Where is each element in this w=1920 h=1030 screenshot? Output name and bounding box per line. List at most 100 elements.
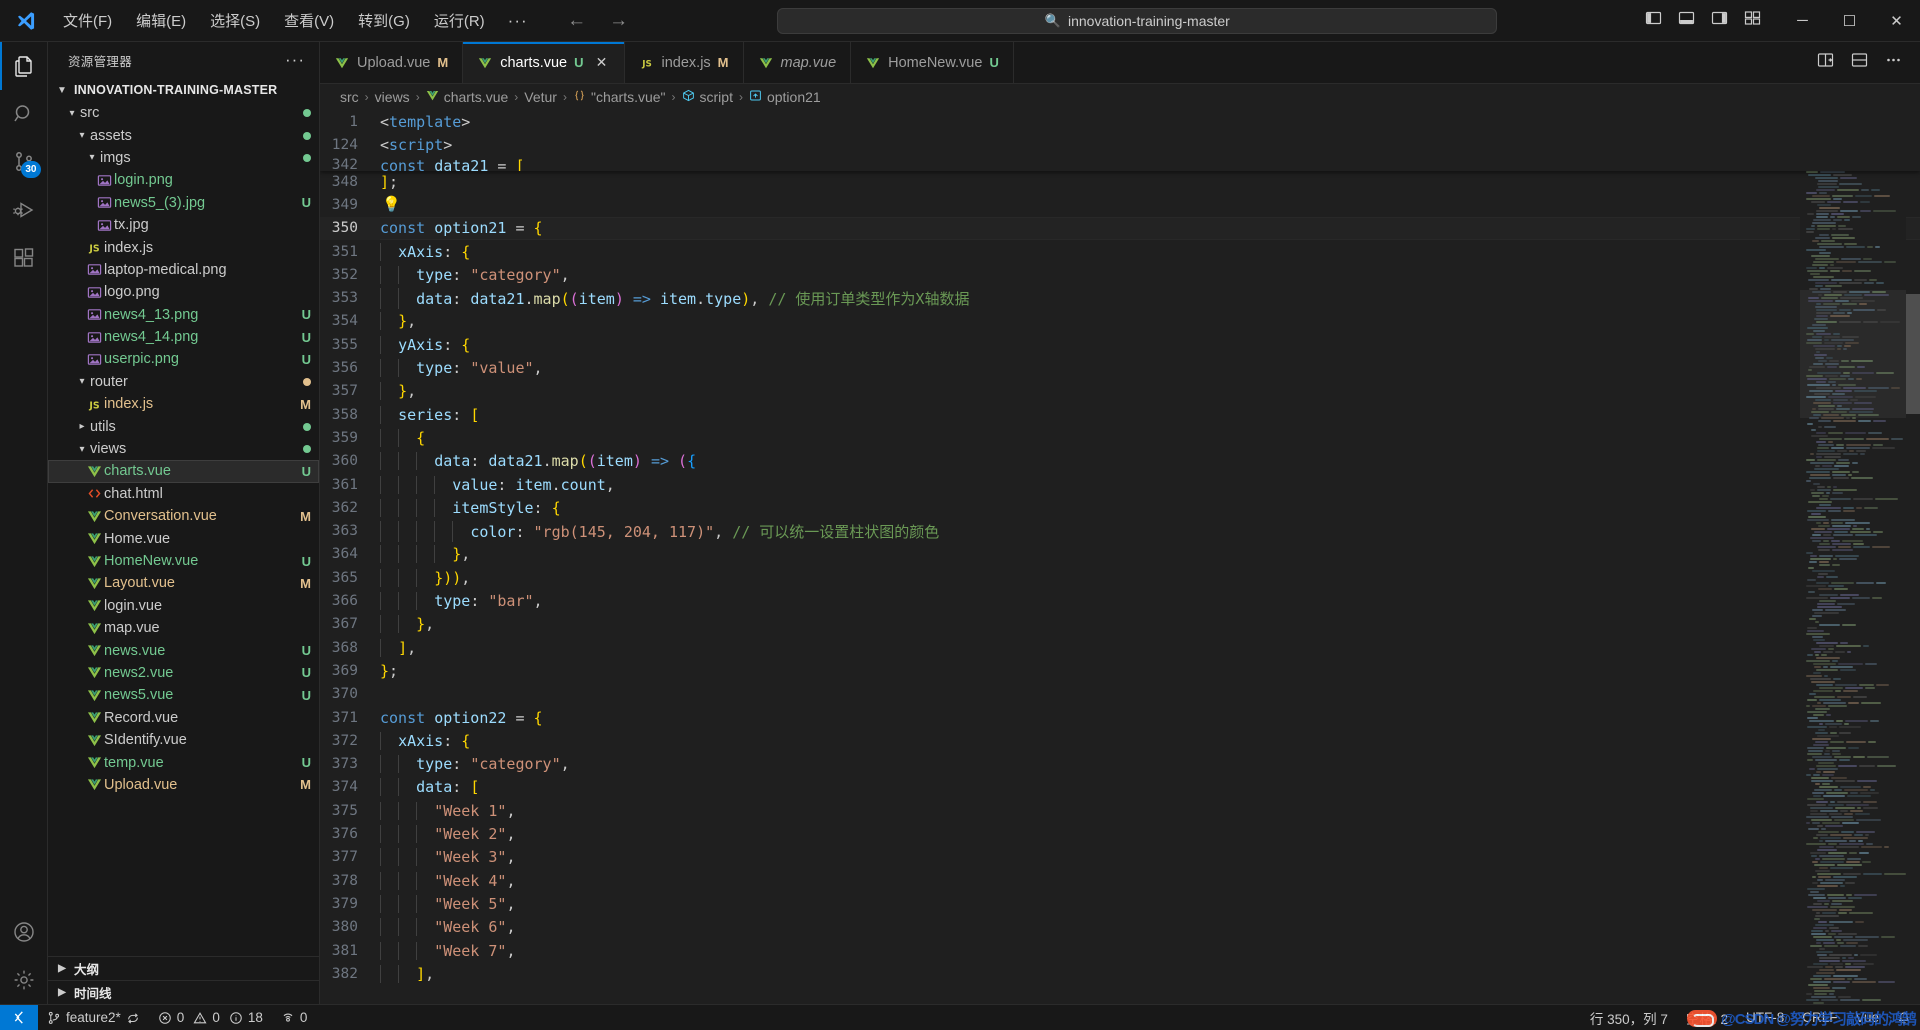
- menu-run[interactable]: 运行(R): [423, 6, 496, 35]
- tree-item-tx-jpg[interactable]: tx.jpg: [48, 214, 319, 236]
- activity-search[interactable]: [0, 90, 48, 138]
- code-line[interactable]: 364 },: [320, 543, 1920, 566]
- tree-item-layout-vue[interactable]: Layout.vue M: [48, 572, 319, 594]
- breadcrumb-item-chartsvue[interactable]: charts.vue: [426, 89, 508, 105]
- status-encoding[interactable]: UTF-8: [1737, 1005, 1793, 1030]
- tree-item-conversation-vue[interactable]: Conversation.vue M: [48, 505, 319, 527]
- code-line[interactable]: 360 data: data21.map((item) => ({: [320, 450, 1920, 473]
- editor-tab-index-js[interactable]: JS index.js M: [624, 42, 744, 83]
- code-line[interactable]: 367 },: [320, 613, 1920, 636]
- sticky-line[interactable]: 1 <template>: [320, 110, 1920, 133]
- status-notifications-bell[interactable]: [1888, 1005, 1920, 1030]
- code-line[interactable]: 377 "Week 3",: [320, 846, 1920, 869]
- tree-item-chat-html[interactable]: chat.html: [48, 483, 319, 505]
- code-line[interactable]: 368 ],: [320, 636, 1920, 659]
- code-line[interactable]: 357 },: [320, 380, 1920, 403]
- breadcrumb-item-chartsvue[interactable]: "charts.vue": [573, 89, 666, 105]
- sticky-scroll[interactable]: 1 <template> 124 <script> 342 const data21 = …: [320, 110, 1920, 171]
- more-actions-icon[interactable]: [1885, 52, 1902, 73]
- menu-go[interactable]: 转到(G): [347, 6, 421, 35]
- tree-item-login-png[interactable]: login.png: [48, 169, 319, 191]
- code-line[interactable]: 372 xAxis: {: [320, 729, 1920, 752]
- sticky-line[interactable]: 342 const data21 = [: [320, 157, 1920, 171]
- code-line[interactable]: 363 color: "rgb(145, 204, 117)", // 可以统一…: [320, 520, 1920, 543]
- outline-section[interactable]: ▶ 大纲: [48, 956, 319, 980]
- code-line[interactable]: 358 series: [: [320, 403, 1920, 426]
- status-branch[interactable]: feature2*: [38, 1005, 149, 1030]
- code-line[interactable]: 355 yAxis: {: [320, 333, 1920, 356]
- editor-vertical-scrollbar[interactable]: [1906, 110, 1920, 1004]
- breadcrumb-item-option21[interactable]: option21: [749, 89, 821, 105]
- tab-close-icon[interactable]: ✕: [594, 54, 610, 71]
- customize-layout-icon[interactable]: [1744, 10, 1761, 31]
- workspace-root-folder[interactable]: ▼ INNOVATION-TRAINING-MASTER: [48, 78, 319, 102]
- tree-item-src[interactable]: ▾ src: [48, 102, 319, 124]
- code-line[interactable]: 380 "Week 6",: [320, 916, 1920, 939]
- code-line[interactable]: 354 },: [320, 310, 1920, 333]
- tree-item-index-js[interactable]: JS index.js M: [48, 393, 319, 415]
- minimap[interactable]: [1800, 110, 1906, 1004]
- code-line[interactable]: 371 const option22 = {: [320, 706, 1920, 729]
- code-line[interactable]: 366 type: "bar",: [320, 589, 1920, 612]
- code-line[interactable]: 375 "Week 1",: [320, 799, 1920, 822]
- code-line[interactable]: 382 ],: [320, 962, 1920, 985]
- toggle-secondary-sidebar-icon[interactable]: [1711, 10, 1728, 31]
- tree-item-news5-3-jpg[interactable]: news5_(3).jpg U: [48, 192, 319, 214]
- code-line[interactable]: 373 type: "category",: [320, 753, 1920, 776]
- timeline-section[interactable]: ▶ 时间线: [48, 980, 319, 1004]
- breadcrumb-item-vetur[interactable]: Vetur: [524, 89, 557, 105]
- tree-item-news-vue[interactable]: news.vue U: [48, 639, 319, 661]
- activity-manage-settings[interactable]: [0, 956, 48, 1004]
- command-center-search[interactable]: 🔍 innovation-training-master: [777, 7, 1498, 34]
- code-line[interactable]: 374 data: [: [320, 776, 1920, 799]
- sticky-line[interactable]: 124 <script>: [320, 133, 1920, 156]
- code-line[interactable]: 348];: [320, 170, 1920, 193]
- activity-source-control[interactable]: 30: [0, 138, 48, 186]
- tree-item-charts-vue[interactable]: charts.vue U: [48, 460, 319, 484]
- tree-item-utils[interactable]: ▸ utils: [48, 415, 319, 437]
- code-line[interactable]: 349 💡: [320, 193, 1920, 216]
- status-ports[interactable]: 0: [272, 1005, 317, 1030]
- tree-item-news2-vue[interactable]: news2.vue U: [48, 662, 319, 684]
- editor-tab-map-vue[interactable]: map.vue: [743, 42, 852, 83]
- scrollbar-thumb[interactable]: [1906, 294, 1920, 414]
- tree-item-news5-vue[interactable]: news5.vue U: [48, 684, 319, 706]
- tree-item-userpic-png[interactable]: userpic.png U: [48, 348, 319, 370]
- tree-item-news4-13-png[interactable]: news4_13.png U: [48, 304, 319, 326]
- tree-item-news4-14-png[interactable]: news4_14.png U: [48, 326, 319, 348]
- editor-tabs[interactable]: Upload.vue Mcharts.vue U ✕ JS index.js Mmap.vu…: [320, 42, 1799, 83]
- menu-more-button[interactable]: ···: [498, 7, 538, 35]
- tree-item-imgs[interactable]: ▾ imgs: [48, 147, 319, 169]
- tree-item-laptop-medical-png[interactable]: laptop-medical.png: [48, 259, 319, 281]
- split-editor-down-icon[interactable]: [1851, 52, 1868, 73]
- menu-edit[interactable]: 编辑(E): [125, 6, 197, 35]
- tree-item-logo-png[interactable]: logo.png: [48, 281, 319, 303]
- editor-tab-charts-vue[interactable]: charts.vue U ✕: [463, 42, 625, 83]
- tree-item-login-vue[interactable]: login.vue: [48, 595, 319, 617]
- tree-item-sidentify-vue[interactable]: SIdentify.vue: [48, 729, 319, 751]
- editor-tab-upload-vue[interactable]: Upload.vue M: [320, 42, 464, 83]
- code-line[interactable]: 378 "Week 4",: [320, 869, 1920, 892]
- window-maximize-button[interactable]: ☐: [1826, 0, 1873, 42]
- code-line[interactable]: 350 const option21 = {: [320, 216, 1920, 240]
- status-problems[interactable]: 0 0 18: [149, 1005, 272, 1030]
- quick-fix-lightbulb-icon[interactable]: 💡: [382, 195, 401, 213]
- code-line[interactable]: 361 value: item.count,: [320, 473, 1920, 496]
- code-line[interactable]: 365 })),: [320, 566, 1920, 589]
- breadcrumb-item-views[interactable]: views: [375, 89, 410, 105]
- window-minimize-button[interactable]: ─: [1779, 0, 1826, 42]
- tree-item-assets[interactable]: ▾ assets: [48, 124, 319, 146]
- activity-run-and-debug[interactable]: [0, 186, 48, 234]
- tree-item-upload-vue[interactable]: Upload.vue M: [48, 774, 319, 796]
- tree-item-views[interactable]: ▾ views: [48, 438, 319, 460]
- go-back-icon[interactable]: ←: [566, 10, 588, 32]
- activity-explorer[interactable]: [0, 42, 48, 90]
- code-line[interactable]: 352 type: "category",: [320, 263, 1920, 286]
- breadcrumb[interactable]: src › views › charts.vue › Vetur › "charts.vue" ›…: [320, 84, 1920, 110]
- activity-extensions[interactable]: [0, 234, 48, 282]
- code-line[interactable]: 376 "Week 2",: [320, 822, 1920, 845]
- tree-item-record-vue[interactable]: Record.vue: [48, 707, 319, 729]
- code-line[interactable]: 369};: [320, 659, 1920, 682]
- code-line[interactable]: 370: [320, 683, 1920, 706]
- code-line[interactable]: 356 type: "value",: [320, 356, 1920, 379]
